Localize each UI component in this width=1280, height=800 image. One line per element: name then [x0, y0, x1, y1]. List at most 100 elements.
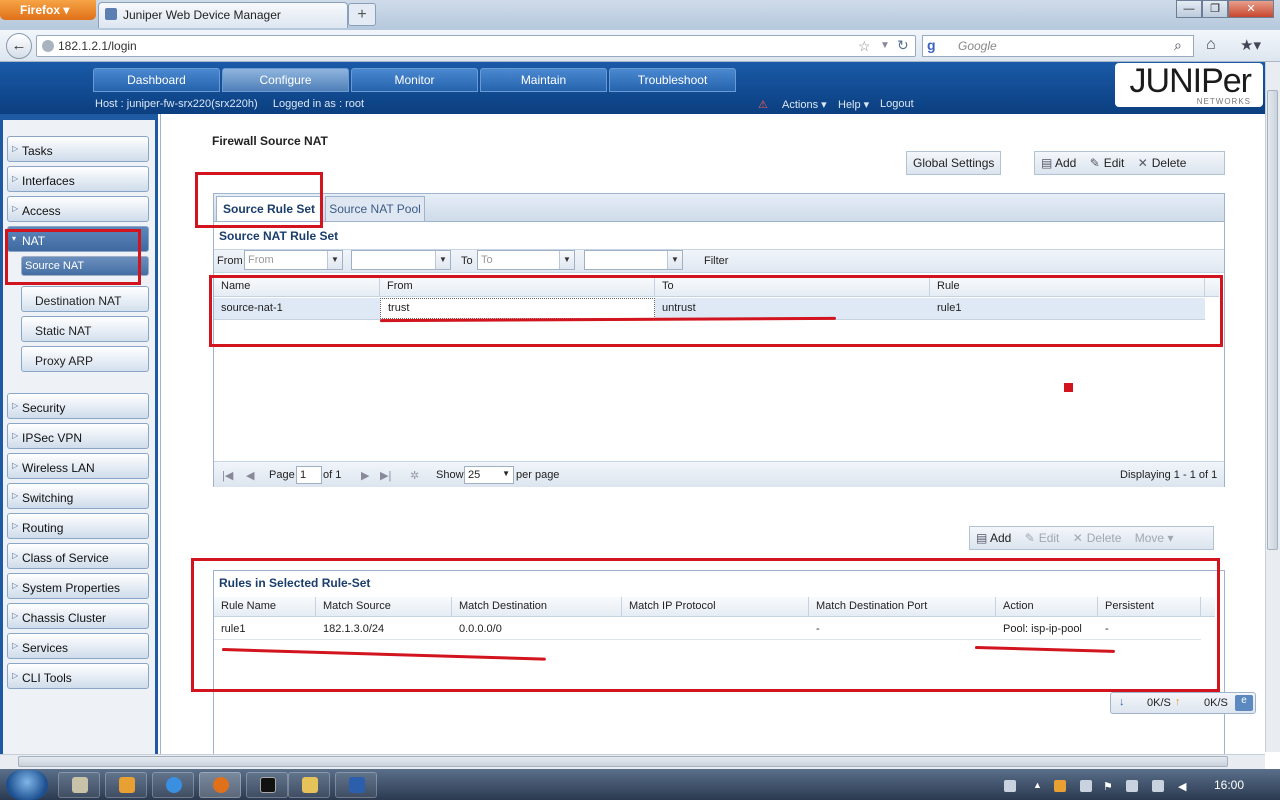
bookmark-star-icon[interactable]: ☆: [858, 38, 871, 55]
move-rule-button[interactable]: Move ▾: [1135, 531, 1174, 545]
edit-ruleset-button[interactable]: ✎ Edit: [1090, 156, 1125, 170]
warning-icon[interactable]: ⚠: [758, 98, 768, 111]
taskbar-outlook-icon[interactable]: [105, 772, 147, 798]
sidebar-item-security[interactable]: ▷ Security: [7, 393, 149, 419]
delete-icon: ✕: [1072, 531, 1083, 545]
horizontal-scrollbar-thumb[interactable]: [18, 756, 1228, 767]
add-rule-button[interactable]: ▤ Add: [976, 531, 1011, 545]
sidebar-subitem-proxy-arp[interactable]: Proxy ARP: [21, 346, 149, 372]
delete-icon: ✕: [1137, 156, 1148, 170]
sidebar-item-access[interactable]: ▷ Access: [7, 196, 149, 222]
taskbar-cmd-icon[interactable]: [246, 772, 288, 798]
bookmarks-icon[interactable]: ★▾: [1240, 36, 1261, 54]
reload-icon[interactable]: ↻: [897, 37, 909, 54]
sidebar-item-tasks[interactable]: ▷ Tasks: [7, 136, 149, 162]
expand-arrow-icon: ▷: [12, 174, 19, 183]
sidebar-item-ipsec-vpn[interactable]: ▷ IPSec VPN: [7, 423, 149, 449]
network-icon[interactable]: [1152, 780, 1164, 792]
sidebar-item-routing[interactable]: ▷ Routing: [7, 513, 149, 539]
delete-ruleset-button[interactable]: ✕ Delete: [1138, 156, 1187, 170]
sidebar-subitem-static-nat[interactable]: Static NAT: [21, 316, 149, 342]
next-page-icon[interactable]: ▶: [361, 469, 369, 482]
chevron-down-icon: ▼: [327, 251, 342, 269]
sidebar-subitem-destination-nat[interactable]: Destination NAT: [21, 286, 149, 312]
taskbar-ie-icon[interactable]: [152, 772, 194, 798]
expand-arrow-icon: ▷: [12, 491, 19, 500]
action-center-flag-icon[interactable]: ⚑: [1103, 780, 1115, 793]
tab-monitor[interactable]: Monitor: [351, 68, 478, 92]
tab-maintain[interactable]: Maintain: [480, 68, 607, 92]
new-tab-button[interactable]: +: [348, 3, 376, 26]
delete-label: Delete: [1151, 156, 1187, 170]
page-size-value: 25: [468, 469, 481, 481]
ruleset-toolbar: ▤ Add ✎ Edit ✕ Delete: [1034, 151, 1225, 175]
maximize-button[interactable]: ❐: [1202, 0, 1228, 18]
vertical-scrollbar-thumb[interactable]: [1267, 90, 1278, 550]
edit-rule-button[interactable]: ✎ Edit: [1025, 531, 1060, 545]
taskbar-word-icon[interactable]: [335, 772, 377, 798]
tab-troubleshoot[interactable]: Troubleshoot: [609, 68, 736, 92]
last-page-icon[interactable]: ▶|: [380, 469, 391, 482]
sidebar-item-label: Access: [22, 204, 61, 218]
page-label: Page: [269, 469, 295, 481]
url-bar[interactable]: [36, 35, 916, 57]
page-title: Firewall Source NAT: [212, 134, 328, 148]
url-dropdown-icon[interactable]: ▼: [880, 40, 890, 51]
page-total-label: of 1: [323, 469, 342, 481]
global-settings-button[interactable]: Global Settings: [906, 151, 1002, 175]
clock[interactable]: 16:00: [1214, 778, 1244, 792]
tab-title: Juniper Web Device Manager: [123, 8, 281, 22]
search-magnifier-icon[interactable]: ⌕: [1174, 37, 1182, 54]
tray-app-icon[interactable]: [1054, 780, 1066, 792]
tab-configure[interactable]: Configure: [222, 68, 349, 92]
add-ruleset-button[interactable]: ▤ Add: [1041, 156, 1076, 170]
browser-tab[interactable]: Juniper Web Device Manager: [98, 2, 348, 28]
filter-from-zone-select[interactable]: ▼: [351, 250, 451, 270]
prev-page-icon[interactable]: ◀: [246, 469, 254, 482]
browser-icon[interactable]: e: [1235, 695, 1253, 711]
expand-arrow-icon: ▷: [12, 431, 19, 440]
expand-arrow-icon: ▷: [12, 521, 19, 530]
delete-rule-button[interactable]: ✕ Delete: [1073, 531, 1122, 545]
sidebar-item-services[interactable]: ▷ Services: [7, 633, 149, 659]
sidebar-item-class-of-service[interactable]: ▷ Class of Service: [7, 543, 149, 569]
first-page-icon[interactable]: |◀: [222, 469, 233, 482]
site-identity-icon[interactable]: [42, 40, 54, 52]
actions-menu[interactable]: Actions ▾: [782, 98, 827, 111]
taskbar-explorer-icon[interactable]: [58, 772, 100, 798]
page-size-select[interactable]: 25 ▼: [464, 466, 514, 484]
filter-to-select[interactable]: To ▼: [477, 250, 575, 270]
page-number-input[interactable]: 1: [296, 466, 322, 484]
refresh-icon[interactable]: ✲: [410, 469, 419, 482]
expand-arrow-icon: ▷: [12, 461, 19, 470]
sidebar-item-switching[interactable]: ▷ Switching: [7, 483, 149, 509]
back-button[interactable]: ←: [6, 33, 32, 59]
firefox-menu-button[interactable]: Firefox ▾: [0, 0, 96, 20]
close-window-button[interactable]: ✕: [1228, 0, 1274, 18]
sidebar-item-cli-tools[interactable]: ▷ CLI Tools: [7, 663, 149, 689]
volume-icon[interactable]: ◀: [1178, 780, 1190, 793]
tray-expand-icon[interactable]: ▲: [1033, 780, 1045, 792]
taskbar-folder-icon[interactable]: [288, 772, 330, 798]
tray-icon[interactable]: [1080, 780, 1092, 792]
tab-source-nat-pool[interactable]: Source NAT Pool: [325, 196, 425, 222]
sidebar-item-system-properties[interactable]: ▷ System Properties: [7, 573, 149, 599]
sidebar-item-wireless-lan[interactable]: ▷ Wireless LAN: [7, 453, 149, 479]
filter-to-zone-select[interactable]: ▼: [584, 250, 683, 270]
taskbar-firefox-icon[interactable]: [199, 772, 241, 798]
filter-button[interactable]: Filter: [704, 255, 728, 267]
edit-label: Edit: [1038, 531, 1060, 545]
logout-link[interactable]: Logout: [880, 98, 914, 110]
filter-from-select[interactable]: From ▼: [244, 250, 343, 270]
sidebar-item-chassis-cluster[interactable]: ▷ Chassis Cluster: [7, 603, 149, 629]
start-button[interactable]: [6, 770, 48, 800]
pagination-bar: |◀ ◀ Page 1 of 1 ▶ ▶| ✲ Show 25 ▼ per pag…: [214, 461, 1224, 487]
home-icon[interactable]: ⌂: [1206, 36, 1216, 54]
minimize-button[interactable]: —: [1176, 0, 1202, 18]
tab-dashboard[interactable]: Dashboard: [93, 68, 220, 92]
help-menu[interactable]: Help ▾: [838, 98, 869, 111]
sidebar-item-interfaces[interactable]: ▷ Interfaces: [7, 166, 149, 192]
google-search-engine-icon[interactable]: g: [927, 37, 945, 55]
keyboard-tray-icon[interactable]: [1004, 780, 1016, 792]
tray-device-icon[interactable]: [1126, 780, 1138, 792]
